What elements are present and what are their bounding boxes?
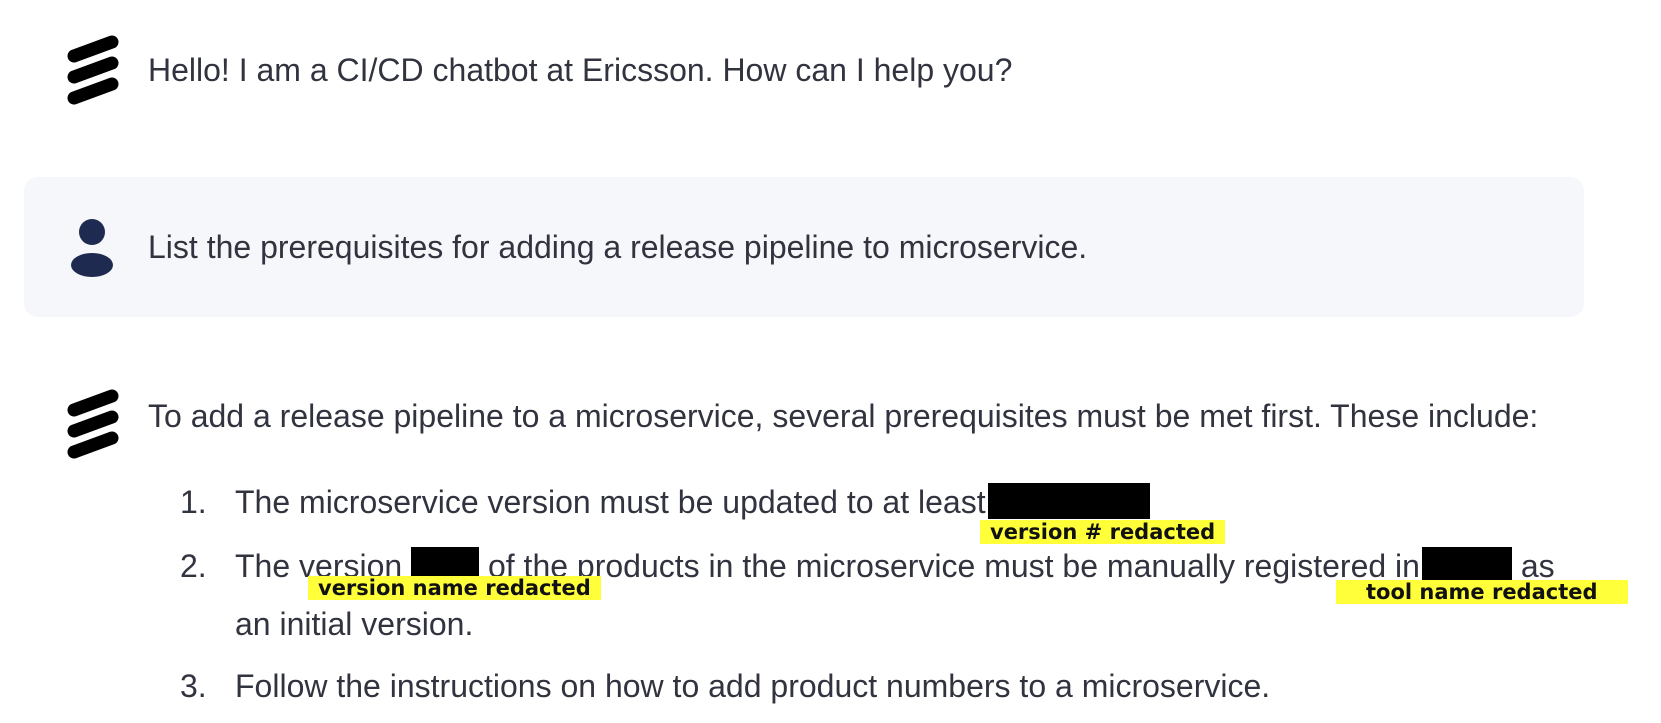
user-message: List the prerequisites for adding a rele…	[24, 177, 1584, 317]
assistant-greeting-message: Hello! I am a CI/CD chatbot at Ericsson.…	[24, 18, 1584, 118]
redaction-label: tool name redacted	[1336, 580, 1628, 604]
redaction-label: version name redacted	[308, 576, 601, 600]
list-item-number: 3.	[180, 668, 207, 704]
ericsson-logo-icon	[67, 389, 119, 459]
greeting-text: Hello! I am a CI/CD chatbot at Ericsson.…	[148, 52, 1013, 88]
assistant-answer-message: To add a release pipeline to a microserv…	[24, 372, 1628, 717]
list-item-text-after: as	[1520, 548, 1555, 584]
list-item-text-before: The microservice version must be updated…	[235, 484, 986, 520]
list-item-text: The microservice version must be updated…	[235, 482, 1150, 522]
list-item-number: 2.	[180, 548, 207, 584]
redaction-label: version # redacted	[980, 520, 1226, 544]
redaction-box	[987, 483, 1150, 519]
list-item-text: Follow the instructions on how to add pr…	[235, 668, 1271, 704]
user-icon	[71, 219, 113, 277]
list-item-text-line2: an initial version.	[235, 606, 474, 642]
list-item-text-middle: of the products in the microservice must…	[487, 548, 1420, 584]
redaction-box	[1421, 547, 1512, 583]
user-message-text: List the prerequisites for adding a rele…	[148, 229, 1088, 265]
ericsson-logo-icon	[67, 35, 119, 105]
answer-intro-text: To add a release pipeline to a microserv…	[148, 398, 1539, 434]
list-item-number: 1.	[180, 484, 207, 520]
